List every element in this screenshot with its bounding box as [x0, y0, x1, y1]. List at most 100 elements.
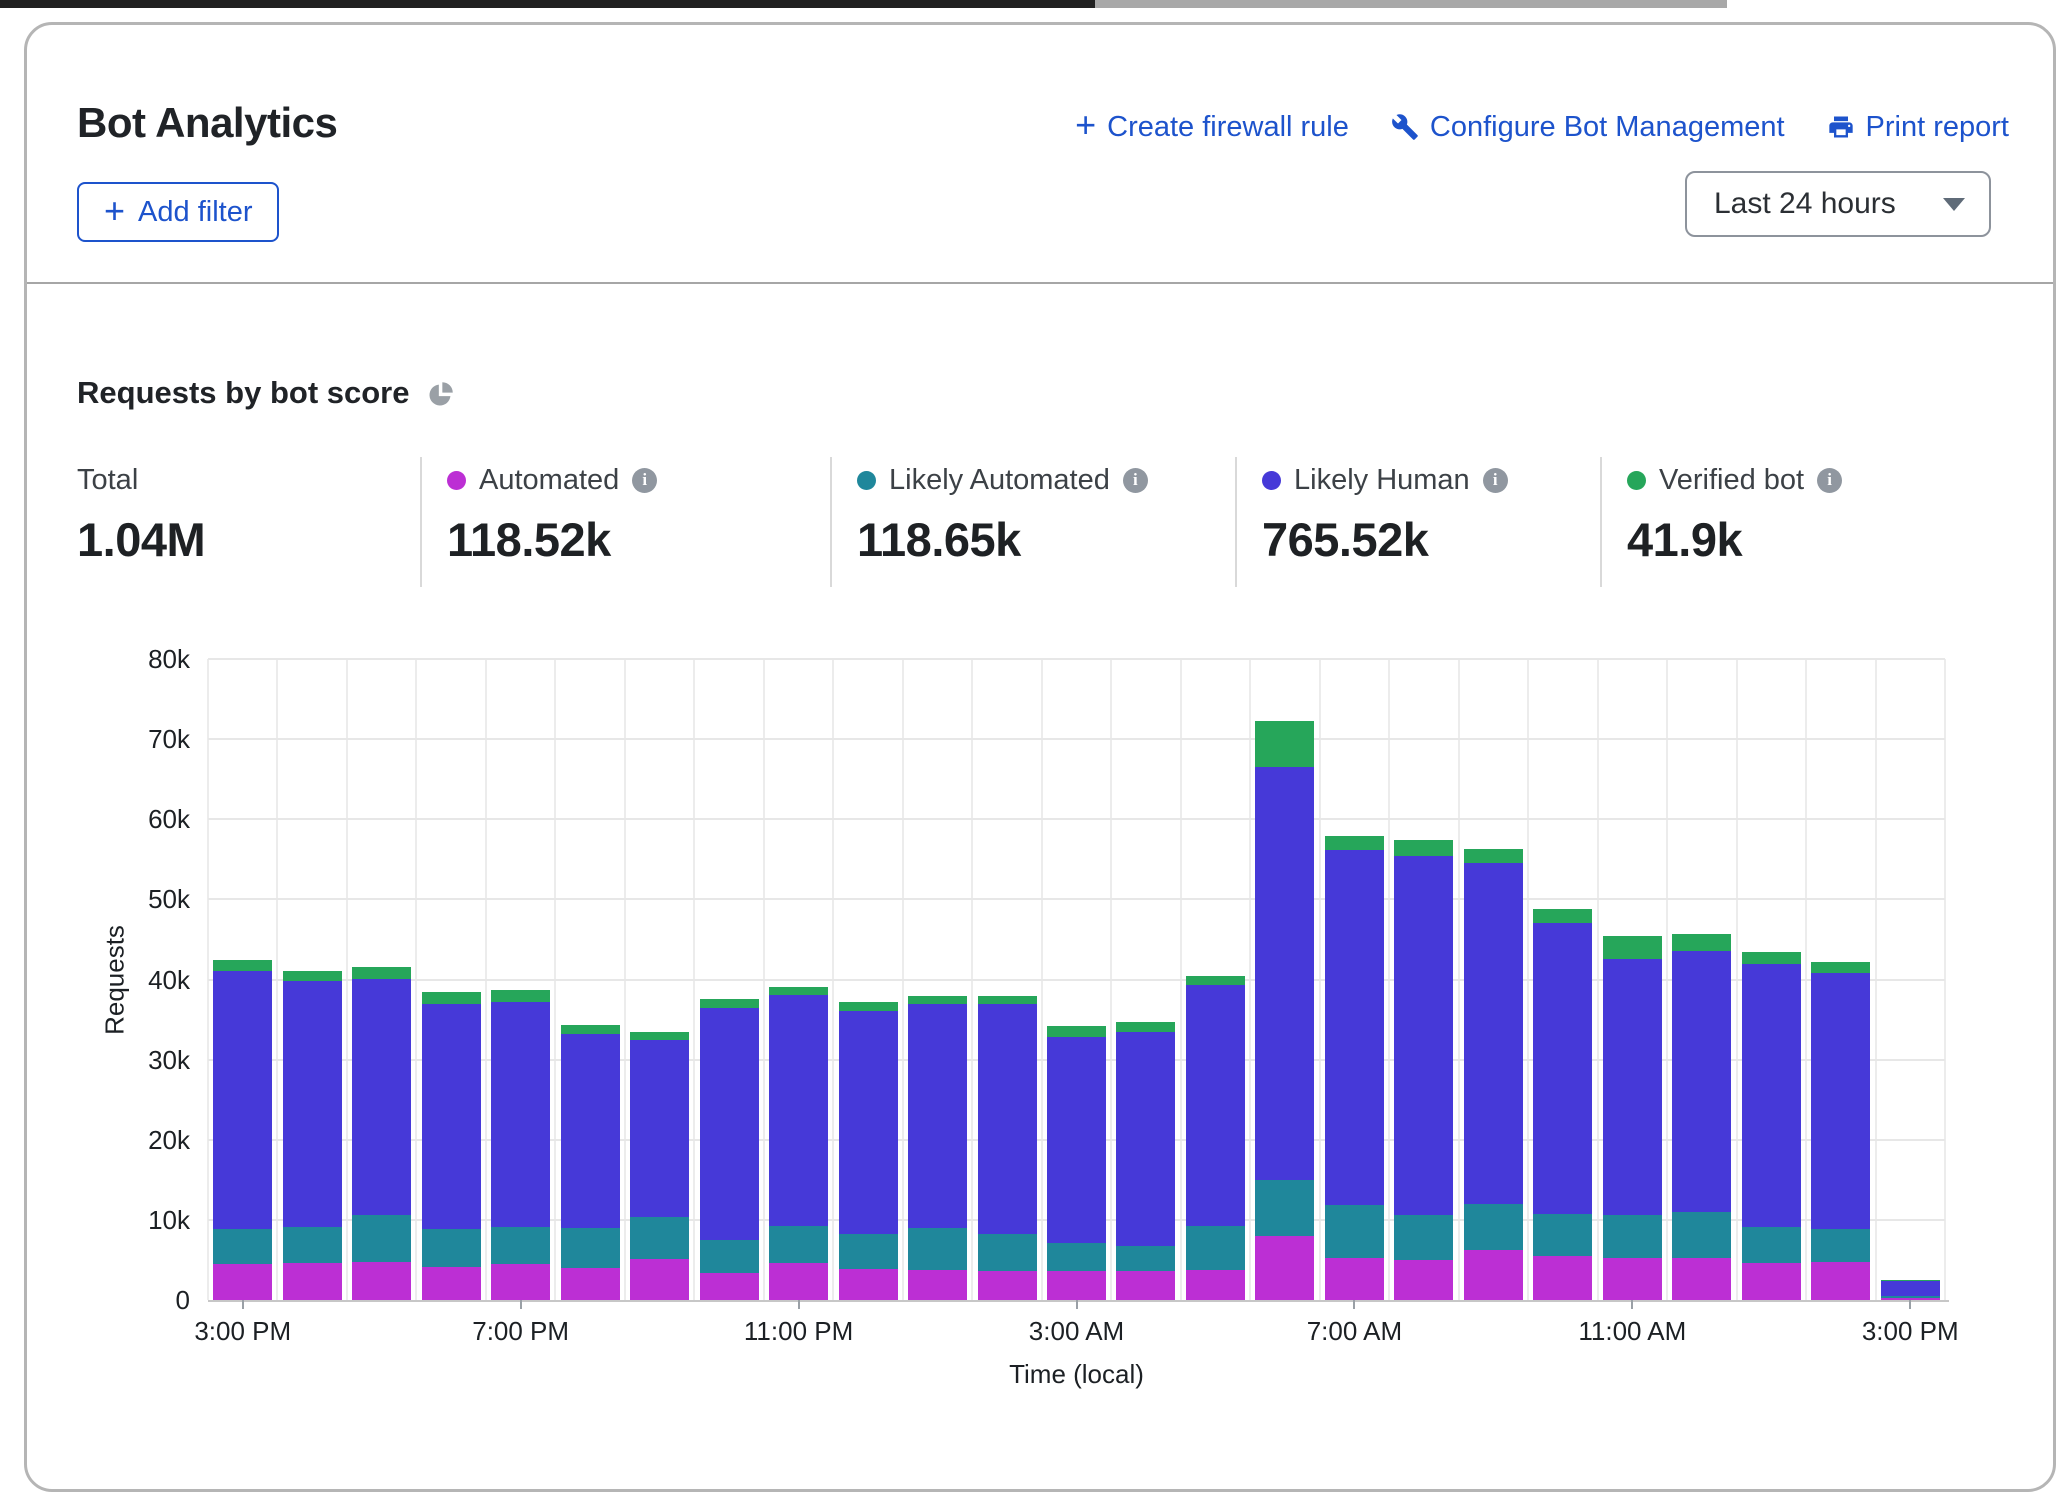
bar-segment-automated[interactable]	[283, 1263, 342, 1300]
bar-2-00-pm[interactable]	[1811, 962, 1870, 1300]
bar-segment-likely-human[interactable]	[1255, 767, 1314, 1180]
bar-segment-likely-automated[interactable]	[352, 1215, 411, 1262]
bar-segment-likely-automated[interactable]	[1672, 1212, 1731, 1259]
bar-segment-likely-human[interactable]	[1881, 1281, 1940, 1296]
bar-segment-automated[interactable]	[1672, 1258, 1731, 1300]
bar-segment-likely-human[interactable]	[1116, 1032, 1175, 1247]
bar-segment-likely-human[interactable]	[352, 979, 411, 1215]
bar-1-00-am[interactable]	[908, 996, 967, 1300]
bar-segment-likely-automated[interactable]	[1255, 1180, 1314, 1236]
bar-9-00-pm[interactable]	[630, 1032, 689, 1300]
bar-segment-likely-automated[interactable]	[561, 1228, 620, 1268]
bar-segment-automated[interactable]	[908, 1270, 967, 1300]
bar-segment-automated[interactable]	[769, 1263, 828, 1300]
bar-segment-likely-automated[interactable]	[1186, 1226, 1245, 1269]
bar-segment-likely-human[interactable]	[1186, 985, 1245, 1226]
bar-segment-automated[interactable]	[422, 1267, 481, 1300]
bar-segment-likely-human[interactable]	[1325, 850, 1384, 1205]
bar-5-00-am[interactable]	[1186, 976, 1245, 1300]
bar-segment-likely-human[interactable]	[908, 1004, 967, 1228]
bar-segment-likely-automated[interactable]	[700, 1240, 759, 1273]
bar-segment-automated[interactable]	[1186, 1270, 1245, 1300]
bar-segment-automated[interactable]	[1116, 1271, 1175, 1300]
bar-segment-automated[interactable]	[213, 1264, 272, 1300]
bar-segment-likely-automated[interactable]	[283, 1227, 342, 1263]
bar-6-00-pm[interactable]	[422, 992, 481, 1300]
bar-segment-likely-human[interactable]	[213, 971, 272, 1229]
bar-segment-likely-human[interactable]	[561, 1034, 620, 1228]
bar-segment-verified-bot[interactable]	[422, 992, 481, 1004]
bar-9-00-am[interactable]	[1464, 849, 1523, 1300]
bar-3-00-am[interactable]	[1047, 1026, 1106, 1300]
create-firewall-rule-link[interactable]: + Create firewall rule	[1075, 109, 1349, 145]
bar-segment-verified-bot[interactable]	[1533, 909, 1592, 923]
bar-2-00-am[interactable]	[978, 996, 1037, 1300]
bar-7-00-pm[interactable]	[491, 990, 550, 1300]
bar-segment-automated[interactable]	[491, 1264, 550, 1300]
bar-4-00-pm[interactable]	[283, 971, 342, 1300]
bar-segment-likely-human[interactable]	[1047, 1037, 1106, 1244]
bar-4-00-am[interactable]	[1116, 1022, 1175, 1300]
bar-segment-automated[interactable]	[1603, 1258, 1662, 1300]
bar-segment-verified-bot[interactable]	[1811, 962, 1870, 973]
bar-segment-likely-automated[interactable]	[1394, 1215, 1453, 1260]
bar-11-00-pm[interactable]	[769, 987, 828, 1300]
bar-segment-verified-bot[interactable]	[630, 1032, 689, 1040]
bar-segment-likely-automated[interactable]	[1811, 1229, 1870, 1263]
bar-segment-likely-automated[interactable]	[1047, 1243, 1106, 1271]
bar-segment-verified-bot[interactable]	[700, 999, 759, 1008]
bar-segment-likely-automated[interactable]	[1742, 1227, 1801, 1263]
bar-segment-likely-automated[interactable]	[839, 1234, 898, 1269]
bar-segment-likely-human[interactable]	[978, 1004, 1037, 1235]
bar-7-00-am[interactable]	[1325, 836, 1384, 1300]
bar-segment-verified-bot[interactable]	[1325, 836, 1384, 850]
info-icon[interactable]: i	[1123, 468, 1148, 493]
bar-segment-likely-automated[interactable]	[1325, 1205, 1384, 1258]
bar-segment-likely-human[interactable]	[700, 1008, 759, 1240]
bar-segment-automated[interactable]	[978, 1271, 1037, 1300]
bar-6-00-am[interactable]	[1255, 721, 1314, 1300]
bar-segment-likely-human[interactable]	[1811, 973, 1870, 1229]
bar-segment-verified-bot[interactable]	[491, 990, 550, 1002]
bar-8-00-am[interactable]	[1394, 840, 1453, 1300]
bar-segment-verified-bot[interactable]	[1464, 849, 1523, 863]
bar-segment-verified-bot[interactable]	[561, 1025, 620, 1034]
time-range-select[interactable]: Last 24 hours	[1685, 171, 1991, 237]
bar-segment-likely-human[interactable]	[422, 1004, 481, 1228]
bar-segment-likely-automated[interactable]	[491, 1227, 550, 1264]
bar-12-00-pm[interactable]	[1672, 934, 1731, 1300]
print-report-link[interactable]: Print report	[1827, 111, 2009, 144]
bar-segment-automated[interactable]	[1742, 1263, 1801, 1300]
bar-segment-likely-automated[interactable]	[213, 1229, 272, 1264]
bar-segment-likely-automated[interactable]	[1533, 1214, 1592, 1256]
bar-segment-likely-human[interactable]	[1533, 923, 1592, 1214]
bar-segment-likely-automated[interactable]	[769, 1226, 828, 1263]
bar-segment-verified-bot[interactable]	[283, 971, 342, 981]
bar-11-00-am[interactable]	[1603, 936, 1662, 1300]
bar-segment-automated[interactable]	[1255, 1236, 1314, 1300]
configure-bot-management-link[interactable]: Configure Bot Management	[1391, 111, 1785, 144]
bar-segment-verified-bot[interactable]	[769, 987, 828, 995]
bar-segment-likely-human[interactable]	[1603, 959, 1662, 1215]
bar-segment-verified-bot[interactable]	[1116, 1022, 1175, 1032]
bar-segment-automated[interactable]	[1533, 1256, 1592, 1300]
bar-segment-likely-automated[interactable]	[1116, 1246, 1175, 1271]
bar-segment-likely-automated[interactable]	[630, 1217, 689, 1259]
bar-segment-verified-bot[interactable]	[1672, 934, 1731, 951]
bar-10-00-am[interactable]	[1533, 909, 1592, 1300]
bar-segment-automated[interactable]	[1394, 1260, 1453, 1300]
info-icon[interactable]: i	[1817, 468, 1842, 493]
bar-segment-verified-bot[interactable]	[213, 960, 272, 970]
bar-8-00-pm[interactable]	[561, 1025, 620, 1300]
bar-10-00-pm[interactable]	[700, 999, 759, 1300]
bar-segment-verified-bot[interactable]	[1394, 840, 1453, 856]
bar-segment-likely-human[interactable]	[1672, 951, 1731, 1212]
add-filter-button[interactable]: + Add filter	[77, 182, 279, 242]
bar-segment-verified-bot[interactable]	[1186, 976, 1245, 985]
bar-segment-likely-automated[interactable]	[1603, 1215, 1662, 1258]
bar-segment-likely-human[interactable]	[769, 995, 828, 1227]
bar-segment-likely-human[interactable]	[630, 1040, 689, 1217]
bar-segment-verified-bot[interactable]	[1047, 1026, 1106, 1036]
bar-segment-verified-bot[interactable]	[908, 996, 967, 1004]
bar-segment-automated[interactable]	[630, 1259, 689, 1300]
